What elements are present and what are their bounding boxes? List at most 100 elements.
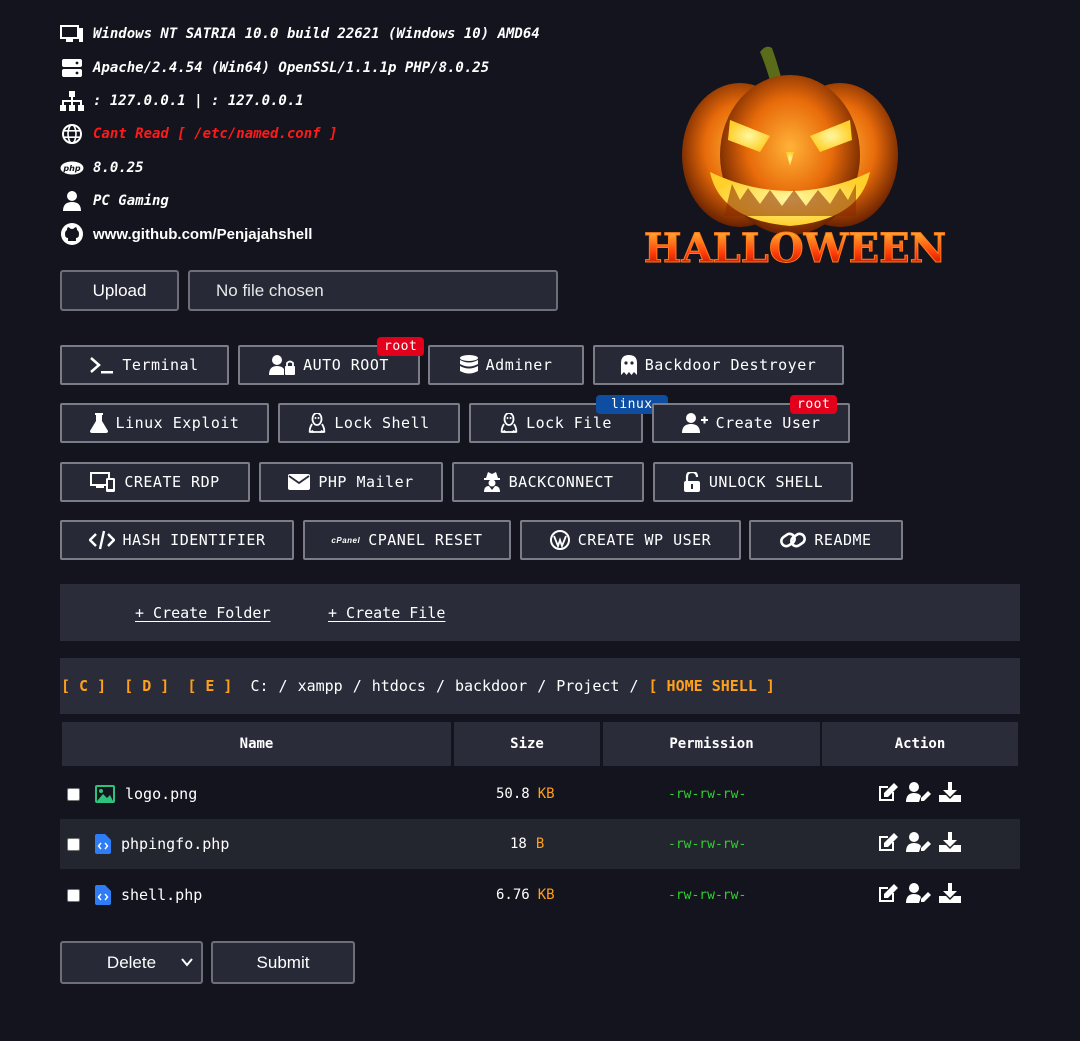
svg-text:HALLOWEEN: HALLOWEEN [644,225,946,272]
path-segment-project[interactable]: Project [556,677,619,695]
create-bar: + Create Folder + Create File [60,584,1020,641]
bulk-action-select[interactable]: Delete [60,941,203,984]
file-size-unit: KB [537,786,555,802]
file-chooser[interactable]: No file chosen [188,270,558,311]
col-size-header: Size [454,722,600,766]
path-segment-xampp[interactable]: xampp [298,677,343,695]
file-permission[interactable]: -rw-rw-rw- [668,837,746,852]
create-folder-link[interactable]: + Create Folder [135,604,270,622]
file-name-link[interactable]: logo.png [125,785,197,803]
named-text: Cant Read [ /etc/named.conf ] [93,126,338,142]
col-name-header: Name [62,722,451,766]
lock-file-label: Lock File [526,414,612,432]
backconnect-button[interactable]: BACKCONNECT [452,462,644,502]
home-shell-link[interactable]: [ HOME SHELL ] [649,677,775,695]
path-separator: / [435,677,445,695]
linux-penguin-icon [308,413,327,433]
download-icon[interactable] [939,782,961,806]
linux-exploit-button[interactable]: Linux Exploit [60,403,269,443]
drive-e-link[interactable]: [ E ] [187,677,232,695]
lock-shell-button[interactable]: Lock Shell [278,403,460,443]
edit-icon[interactable] [877,782,899,806]
backdoor-destroyer-label: Backdoor Destroyer [644,356,817,374]
file-name-link[interactable]: shell.php [121,886,202,904]
halloween-pumpkin-banner: HALLOWEEN [610,40,980,285]
row-checkbox[interactable] [67,837,80,851]
adminer-button[interactable]: Adminer [428,345,584,385]
file-size-unit: KB [537,887,555,903]
readme-label: README [814,531,872,549]
create-file-link[interactable]: + Create File [328,604,445,622]
path-segment-c[interactable]: C: [250,677,268,695]
ghost-icon [620,355,637,375]
submit-button[interactable]: Submit [211,941,355,984]
row-checkbox[interactable] [67,888,80,902]
php-icon: php [60,158,84,178]
row-checkbox[interactable] [67,787,80,801]
code-file-icon [95,885,111,905]
network-icon [60,91,84,111]
unlock-shell-label: UNLOCK SHELL [708,473,824,491]
code-icon [88,530,115,550]
terminal-button[interactable]: Terminal [60,345,229,385]
path-segment-htdocs[interactable]: htdocs [372,677,426,695]
chevron-down-icon [181,958,193,967]
user-edit-icon[interactable] [906,782,932,806]
drive-d-link[interactable]: [ D ] [124,677,169,695]
os-text: Windows NT SATRIA 10.0 build 22621 (Wind… [93,26,540,42]
link-icon [780,530,807,550]
terminal-label: Terminal [122,356,199,374]
user-plus-icon [681,413,708,433]
file-size: 18 [510,836,527,852]
file-size-unit: B [535,836,545,852]
create-wp-user-label: CREATE WP USER [577,531,712,549]
col-action-header: Action [822,722,1018,766]
create-user-button[interactable]: Create User root [652,395,850,443]
upload-button[interactable]: Upload [60,270,179,311]
unlock-icon [683,472,701,492]
hash-identifier-button[interactable]: HASH IDENTIFIER [60,520,294,560]
os-info: Windows NT SATRIA 10.0 build 22621 (Wind… [60,24,540,44]
download-icon[interactable] [939,832,961,856]
create-rdp-label: CREATE RDP [124,473,220,491]
linux-penguin-icon [500,413,519,433]
github-info[interactable]: www.github.com/Penjajahshell [60,223,312,245]
table-row: phpingfo.php 18 B -rw-rw-rw- [60,819,1020,869]
named-info: Cant Read [ /etc/named.conf ] [60,124,337,144]
path-segment-backdoor[interactable]: backdoor [455,677,527,695]
create-wp-user-button[interactable]: CREATE WP USER [520,520,741,560]
download-icon[interactable] [939,883,961,907]
bulk-action-value: Delete [106,952,157,972]
github-icon [60,223,84,245]
unlock-shell-button[interactable]: UNLOCK SHELL [653,462,853,502]
backdoor-destroyer-button[interactable]: Backdoor Destroyer [593,345,844,385]
user-edit-icon[interactable] [906,883,932,907]
drive-c-link[interactable]: [ C ] [61,677,106,695]
lock-shell-label: Lock Shell [334,414,430,432]
readme-button[interactable]: README [749,520,903,560]
table-row: logo.png 50.8 KB -rw-rw-rw- [60,769,1020,819]
file-name-link[interactable]: phpingfo.php [121,835,229,853]
user-edit-icon[interactable] [906,832,932,856]
user-text: PC Gaming [93,193,169,209]
auto-root-button[interactable]: AUTO ROOT root [238,337,425,385]
github-link[interactable]: www.github.com/Penjajahshell [93,226,312,243]
cpanel-reset-button[interactable]: cPanel CPANEL RESET [303,520,511,560]
create-rdp-button[interactable]: CREATE RDP [60,462,250,502]
monitor-icon [60,24,84,44]
file-permission[interactable]: -rw-rw-rw- [668,888,746,903]
file-permission[interactable]: -rw-rw-rw- [668,787,746,802]
user-info: PC Gaming [60,191,169,211]
globe-icon [60,124,84,144]
ip-text: : 127.0.0.1 | : 127.0.0.1 [93,93,304,109]
php-mailer-button[interactable]: PHP Mailer [259,462,443,502]
flask-icon [89,413,108,433]
server-icon [60,58,84,78]
col-permission-header: Permission [603,722,820,766]
edit-icon[interactable] [877,832,899,856]
database-icon [459,355,478,375]
lock-file-button[interactable]: Lock File linux [469,395,668,443]
cpanel-reset-label: CPANEL RESET [368,531,483,549]
php-info: php 8.0.25 [60,158,144,178]
edit-icon[interactable] [877,883,899,907]
